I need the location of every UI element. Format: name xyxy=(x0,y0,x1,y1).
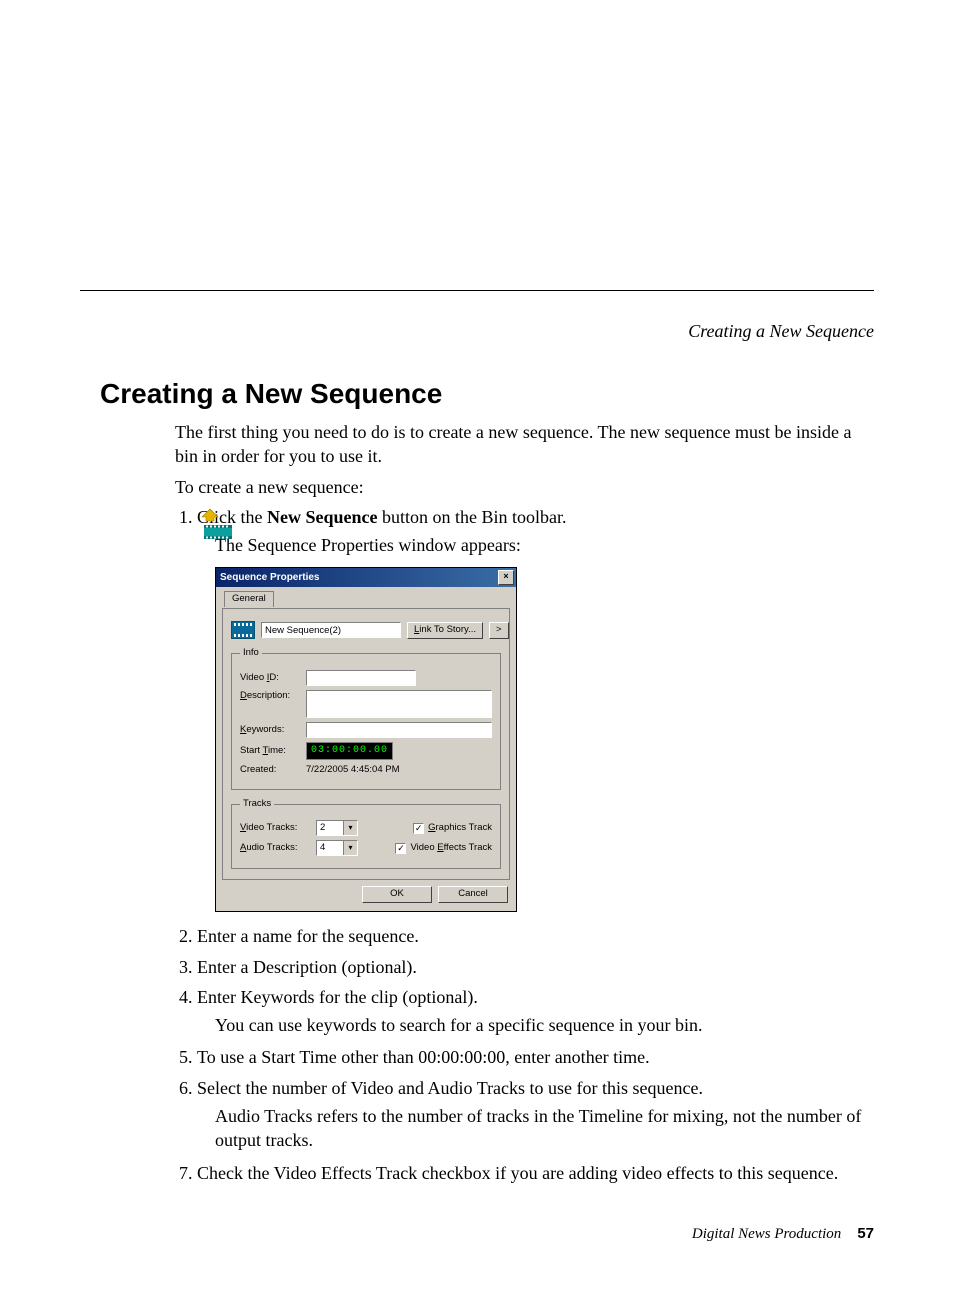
running-head: Creating a New Sequence xyxy=(80,321,874,342)
chevron-down-icon: ▾ xyxy=(343,821,357,835)
description-input[interactable] xyxy=(306,690,492,718)
step-7: Check the Video Effects Track checkbox i… xyxy=(197,1161,874,1185)
description-label: Description: xyxy=(240,690,300,703)
footer-book-title: Digital News Production xyxy=(692,1226,841,1243)
link-arrow-button[interactable]: > xyxy=(489,622,509,639)
start-time-label: Start Time: xyxy=(240,745,300,758)
step-4: Enter Keywords for the clip (optional). … xyxy=(197,985,874,1038)
ok-button[interactable]: OK xyxy=(362,886,432,903)
graphics-track-label: Graphics Track xyxy=(428,822,492,835)
tracks-group: Tracks Video Tracks: 2 ▾ xyxy=(231,798,501,870)
video-tracks-value: 2 xyxy=(317,821,343,835)
step-4-sub: You can use keywords to search for a spe… xyxy=(215,1013,874,1037)
sequence-name-input[interactable] xyxy=(261,622,401,638)
video-tracks-select[interactable]: 2 ▾ xyxy=(316,820,358,836)
checkbox-checked-icon: ✓ xyxy=(395,843,406,854)
step-1-sub: The Sequence Properties window appears: xyxy=(215,533,874,557)
header-rule xyxy=(80,290,874,291)
footer-page-number: 57 xyxy=(857,1225,874,1242)
step-3: Enter a Description (optional). xyxy=(197,955,874,979)
step-2: Enter a name for the sequence. xyxy=(197,924,874,948)
video-effects-track-label: Video Effects Track xyxy=(410,842,492,855)
start-time-input[interactable]: 03:00:00.00 xyxy=(306,742,393,760)
tracks-legend: Tracks xyxy=(240,798,274,811)
step-6-sub: Audio Tracks refers to the number of tra… xyxy=(215,1104,874,1153)
procedure-lead: To create a new sequence: xyxy=(175,475,874,499)
dialog-titlebar: Sequence Properties × xyxy=(216,568,516,587)
sequence-icon xyxy=(231,621,255,639)
audio-tracks-label: Audio Tracks: xyxy=(240,842,310,855)
checkbox-checked-icon: ✓ xyxy=(413,823,424,834)
info-legend: Info xyxy=(240,647,262,660)
new-sequence-icon xyxy=(200,507,236,548)
sequence-properties-dialog: Sequence Properties × General xyxy=(215,567,517,912)
video-id-label: Video ID: xyxy=(240,672,300,685)
video-id-input[interactable] xyxy=(306,670,416,686)
section-heading: Creating a New Sequence xyxy=(100,378,874,410)
step-1-suffix: button on the Bin toolbar. xyxy=(378,507,567,527)
step-6: Select the number of Video and Audio Tra… xyxy=(197,1076,874,1153)
created-value: 7/22/2005 4:45:04 PM xyxy=(306,764,400,777)
chevron-down-icon: ▾ xyxy=(343,841,357,855)
intro-paragraph: The first thing you need to do is to cre… xyxy=(175,420,874,469)
dialog-title: Sequence Properties xyxy=(220,571,319,585)
page-footer: Digital News Production 57 xyxy=(80,1225,874,1243)
keywords-label: Keywords: xyxy=(240,724,300,737)
audio-tracks-select[interactable]: 4 ▾ xyxy=(316,840,358,856)
created-label: Created: xyxy=(240,764,300,777)
link-to-story-button[interactable]: Link To Story... xyxy=(407,622,483,639)
tab-general[interactable]: General xyxy=(224,591,274,607)
info-group: Info Video ID: Description: xyxy=(231,647,501,789)
step-5: To use a Start Time other than 00:00:00:… xyxy=(197,1045,874,1069)
step-1-bold: New Sequence xyxy=(267,507,378,527)
close-icon[interactable]: × xyxy=(498,570,514,585)
video-effects-track-checkbox[interactable]: ✓ Video Effects Track xyxy=(395,842,492,855)
step-1: Click the New Sequence button on the Bin… xyxy=(197,505,874,912)
graphics-track-checkbox[interactable]: ✓ Graphics Track xyxy=(413,822,492,835)
keywords-input[interactable] xyxy=(306,722,492,738)
dialog-screenshot: Sequence Properties × General xyxy=(215,567,874,912)
video-tracks-label: Video Tracks: xyxy=(240,822,310,835)
audio-tracks-value: 4 xyxy=(317,841,343,855)
cancel-button[interactable]: Cancel xyxy=(438,886,508,903)
